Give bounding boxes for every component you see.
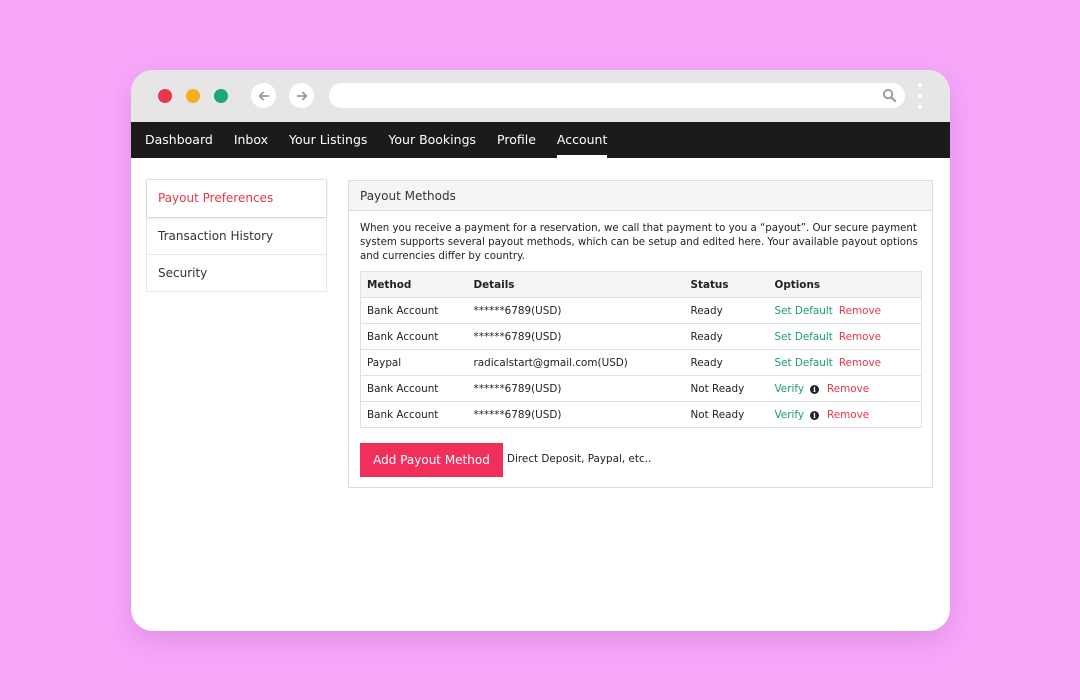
info-icon[interactable]: i: [809, 410, 819, 420]
column-header-options: Options: [768, 271, 922, 298]
details-cell: ******6789(USD): [467, 297, 685, 324]
options-cell: Set Default Remove: [768, 297, 922, 324]
nav-item-account[interactable]: Account: [556, 122, 608, 158]
column-header-details: Details: [467, 271, 685, 298]
remove-link[interactable]: Remove: [839, 357, 881, 369]
sidebar-item-transaction-history[interactable]: Transaction History: [147, 217, 326, 254]
table-row: Bank Account ******6789(USD) Ready Set Defa…: [360, 297, 922, 324]
nav-item-inbox[interactable]: Inbox: [234, 122, 268, 158]
nav-item-profile[interactable]: Profile: [497, 122, 536, 158]
minimize-window-button[interactable]: [186, 89, 200, 103]
remove-link[interactable]: Remove: [839, 305, 881, 317]
details-cell: radicalstart@gmail.com(USD): [467, 349, 685, 376]
nav-item-your-bookings[interactable]: Your Bookings: [388, 122, 476, 158]
add-payout-hint: Direct Deposit, Paypal, etc..: [507, 453, 652, 465]
info-icon[interactable]: i: [809, 384, 819, 394]
table-row: Bank Account ******6789(USD) Not Ready Veri…: [360, 401, 922, 428]
column-header-method: Method: [360, 271, 468, 298]
address-bar[interactable]: [329, 83, 905, 108]
browser-toolbar: [131, 70, 950, 122]
sidebar-item-security[interactable]: Security: [147, 254, 326, 291]
kebab-menu-icon[interactable]: [917, 83, 923, 109]
sidebar-item-payout-preferences[interactable]: Payout Preferences: [147, 180, 326, 217]
nav-item-your-listings[interactable]: Your Listings: [289, 122, 367, 158]
method-cell: Paypal: [360, 349, 468, 376]
add-payout-method-button[interactable]: Add Payout Method: [360, 443, 503, 477]
status-cell: Not Ready: [684, 401, 769, 428]
details-cell: ******6789(USD): [467, 323, 685, 350]
status-cell: Ready: [684, 297, 769, 324]
table-row: Bank Account ******6789(USD) Not Ready Veri…: [360, 375, 922, 402]
table-header-row: Method Details Status Options: [360, 271, 922, 298]
details-cell: ******6789(USD): [467, 401, 685, 428]
status-cell: Ready: [684, 323, 769, 350]
remove-link[interactable]: Remove: [827, 383, 869, 395]
set-default-link[interactable]: Set Default: [775, 331, 833, 343]
remove-link[interactable]: Remove: [839, 331, 881, 343]
set-default-link[interactable]: Set Default: [775, 305, 833, 317]
main-nav: Dashboard Inbox Your Listings Your Bookings…: [131, 122, 950, 158]
maximize-window-button[interactable]: [214, 89, 228, 103]
options-cell: Verify i Remove: [768, 375, 922, 402]
method-cell: Bank Account: [360, 375, 468, 402]
set-default-link[interactable]: Set Default: [775, 357, 833, 369]
forward-button[interactable]: [289, 83, 314, 108]
method-cell: Bank Account: [360, 297, 468, 324]
table-row: Paypal radicalstart@gmail.com(USD) Ready Se…: [360, 349, 922, 376]
options-cell: Verify i Remove: [768, 401, 922, 428]
close-window-button[interactable]: [158, 89, 172, 103]
verify-link[interactable]: Verify: [775, 383, 804, 395]
browser-window: Dashboard Inbox Your Listings Your Bookings…: [131, 70, 950, 631]
method-cell: Bank Account: [360, 323, 468, 350]
options-cell: Set Default Remove: [768, 323, 922, 350]
nav-item-dashboard[interactable]: Dashboard: [145, 122, 213, 158]
table-row: Bank Account ******6789(USD) Ready Set Defa…: [360, 323, 922, 350]
arrow-right-icon: [296, 91, 307, 100]
back-button[interactable]: [251, 83, 276, 108]
options-cell: Set Default Remove: [768, 349, 922, 376]
method-cell: Bank Account: [360, 401, 468, 428]
remove-link[interactable]: Remove: [827, 409, 869, 421]
details-cell: ******6789(USD): [467, 375, 685, 402]
arrow-left-icon: [258, 91, 269, 100]
status-cell: Ready: [684, 349, 769, 376]
account-sidebar: Payout Preferences Transaction History Sec…: [146, 179, 327, 292]
payout-description: When you receive a payment for a reserva…: [360, 223, 918, 262]
search-icon[interactable]: [882, 88, 897, 103]
column-header-status: Status: [684, 271, 769, 298]
verify-link[interactable]: Verify: [775, 409, 804, 421]
payout-methods-panel: Payout Methods When you receive a paymen…: [348, 180, 933, 488]
panel-title: Payout Methods: [349, 181, 932, 211]
payout-methods-table: Method Details Status Options Bank Accou…: [360, 271, 922, 428]
status-cell: Not Ready: [684, 375, 769, 402]
